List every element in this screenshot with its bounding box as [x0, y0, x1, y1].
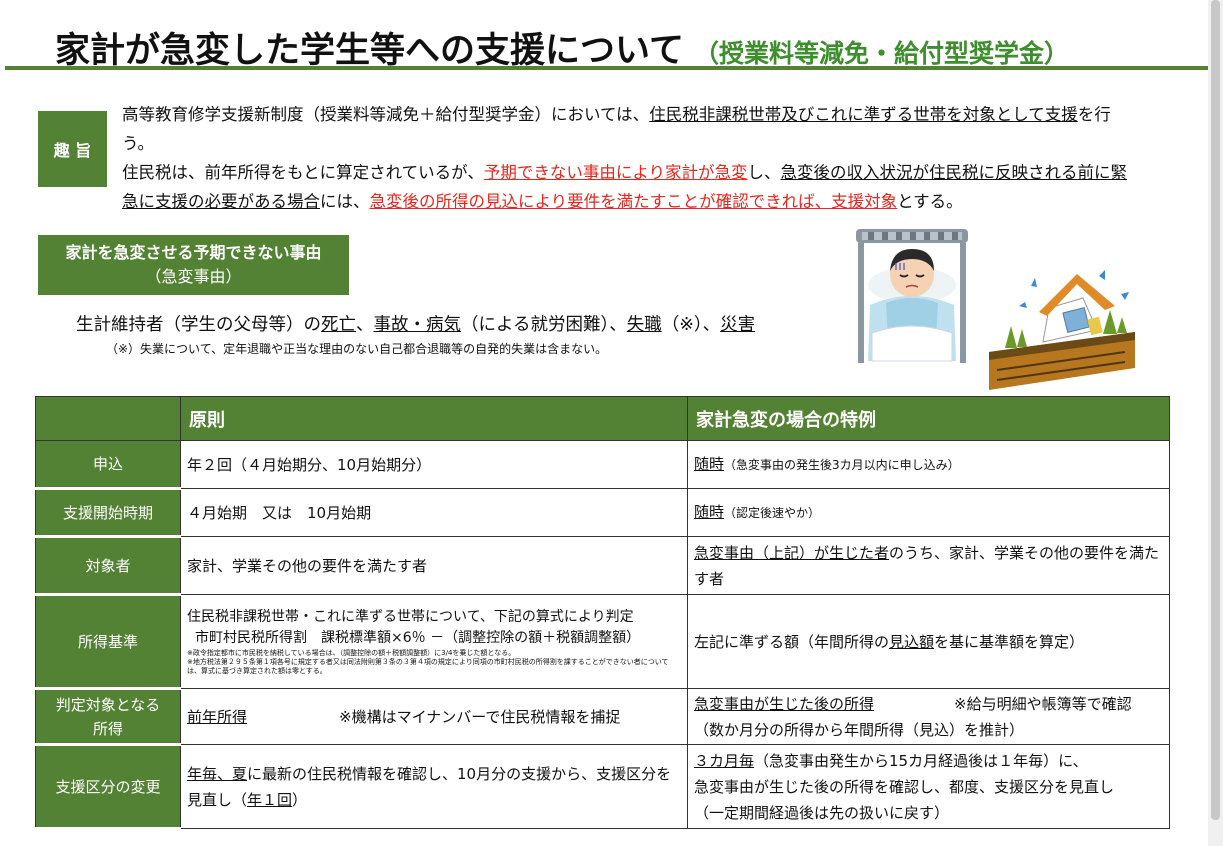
- criteria-formula: 市町村民税所得割 課税標準額×6％ －（調整控除の額＋税額調整額）: [195, 630, 641, 646]
- cell-special-text: 左記に準ずる額（年間所得の: [694, 632, 890, 651]
- row-label-start-timing: 支援開始時期: [35, 488, 181, 538]
- summary-text: には、: [320, 192, 370, 211]
- table-row: 所得基準 住民税非課税世帯・これに準ずる世帯について、下記の算式により判定 市町…: [35, 594, 1170, 690]
- cell-special: 随時（認定後速やか）: [687, 488, 1170, 537]
- criteria-note-1: ※政令指定都市に市民税を納税している場合は、（調整控除の額＋税額調整額）に3/4…: [187, 649, 516, 657]
- header-principle: 原則: [180, 396, 688, 441]
- row-label-application: 申込: [35, 440, 181, 490]
- row-label-category-change: 支援区分の変更: [35, 744, 181, 830]
- cell-principle-text: ）: [292, 790, 308, 809]
- table-row: 申込 年２回（４月始期分、10月始期分） 随時（急変事由の発生後3カ月以内に申し…: [35, 440, 1170, 490]
- cell-principle-underlined: 年毎、夏: [187, 764, 248, 783]
- cell-special-text: （急変事由発生から15カ月経過後は１年毎）に、: [754, 751, 1088, 770]
- summary-paragraph-2: 住民税は、前年所得をもとに算定されているが、予期できない事由により家計が急変し、…: [122, 158, 1132, 216]
- cell-principle-underlined: 年１回: [247, 790, 293, 809]
- summary-text: 高等教育修学支援新制度（授業料等減免＋給付型奨学金）においては、: [122, 105, 650, 124]
- cell-principle: 年２回（４月始期分、10月始期分）: [180, 440, 688, 489]
- cell-special-line-3: （一定期間経過後は先の扱いに戻す）: [694, 803, 950, 822]
- cell-special: 急変事由（上記）が生じた者のうち、家計、学業その他の要件を満たす者: [687, 536, 1170, 595]
- summary-underlined-text: 住民税非課税世帯及びこれに準ずる世帯を対象として支援: [649, 105, 1078, 124]
- cell-special: ３カ月毎（急変事由発生から15カ月経過後は１年毎）に、急変事由が生じた後の所得を…: [687, 744, 1170, 829]
- cause-text: （による就労困難）、: [461, 315, 627, 335]
- cell-principle: 住民税非課税世帯・これに準ずる世帯について、下記の算式により判定 市町村民税所得…: [180, 594, 688, 689]
- table-row: 対象者 家計、学業その他の要件を満たす者 急変事由（上記）が生じた者のうち、家計…: [35, 536, 1170, 596]
- comparison-table: 原則 家計急変の場合の特例 申込 年２回（４月始期分、10月始期分） 随時（急変…: [35, 396, 1170, 830]
- criteria-line-1: 住民税非課税世帯・これに準ずる世帯について、下記の算式により判定: [187, 609, 634, 625]
- row-label-eligible: 対象者: [35, 536, 181, 596]
- vertical-scrollbar[interactable]: [1208, 0, 1223, 846]
- cell-special: 急変事由が生じた後の所得 ※給与明細や帳簿等で確認 （数か月分の所得から年間所得（見…: [687, 688, 1170, 745]
- cell-special-underlined: 随時: [694, 455, 725, 473]
- purpose-summary: 高等教育修学支援新制度（授業料等減免＋給付型奨学金）においては、住民税非課税世帯…: [122, 100, 1132, 216]
- cause-note: （※）失業について、定年退職や正当な理由のない自己都合退職等の自発的失業は含まな…: [106, 342, 608, 356]
- cell-special-text: を基に基準額を算定）: [934, 632, 1085, 651]
- cell-principle: 年毎、夏に最新の住民税情報を確認し、10月分の支援から、支援区分を見直し（年１回…: [180, 744, 688, 829]
- cell-principle: 前年所得 ※機構はマイナンバーで住民税情報を捕捉: [180, 688, 688, 745]
- header-blank: [35, 396, 181, 441]
- cause-title: 家計を急変させる予期できない事由: [65, 243, 322, 262]
- summary-red-text: 急変後の所得の見込により要件を満たすことが確認できれば、支援対象: [369, 192, 898, 211]
- title-sub: （授業料等減免・給付型奨学金）: [693, 39, 1069, 68]
- table-row: 支援開始時期 ４月始期 又は 10月始期 随時（認定後速やか）: [35, 488, 1170, 538]
- summary-paragraph-1: 高等教育修学支援新制度（授業料等減免＋給付型奨学金）においては、住民税非課税世帯…: [122, 100, 1132, 158]
- cell-special-underlined: 急変事由（上記）が生じた者: [694, 543, 890, 562]
- summary-text: 住民税は、前年所得をもとに算定されているが、: [122, 163, 484, 182]
- title-divider: [5, 66, 1208, 70]
- cause-death: 死亡: [321, 315, 356, 335]
- cause-subtitle: （急変事由）: [145, 267, 242, 286]
- cell-special-underlined: 見込額: [889, 632, 935, 651]
- table-row: 判定対象となる 所得 前年所得 ※機構はマイナンバーで住民税情報を捕捉 急変事由が生…: [35, 688, 1170, 746]
- scrollbar-thumb[interactable]: [1211, 0, 1220, 820]
- cause-disaster: 災害: [720, 315, 756, 335]
- title-main: 家計が急変した学生等への支援について: [55, 31, 684, 71]
- cell-special-small: （急変事由の発生後3カ月以内に申し込み）: [724, 458, 960, 472]
- cell-special-underlined: 急変事由が生じた後の所得: [694, 694, 875, 713]
- cell-principle-note: ※機構はマイナンバーで住民税情報を捕捉: [339, 707, 621, 726]
- cell-principle: 家計、学業その他の要件を満たす者: [180, 536, 688, 595]
- cell-principle: ４月始期 又は 10月始期: [180, 488, 688, 537]
- cell-principle-underlined: 前年所得: [187, 707, 248, 726]
- cell-special-note: ※給与明細や帳簿等で確認: [954, 694, 1132, 713]
- cell-special-line-2: （数か月分の所得から年間所得（見込）を推計）: [694, 720, 1025, 739]
- summary-text: とする。: [897, 192, 963, 211]
- table-row: 支援区分の変更 年毎、夏に最新の住民税情報を確認し、10月分の支援から、支援区分…: [35, 744, 1170, 830]
- summary-red-text: 予期できない事由により家計が急変: [483, 163, 748, 182]
- summary-text: し、: [747, 163, 781, 182]
- cause-job-loss: 失職: [626, 315, 662, 335]
- row-label-income-criteria: 所得基準: [35, 594, 181, 690]
- table-header-row: 原則 家計急変の場合の特例: [35, 396, 1170, 441]
- disaster-house-icon: [989, 270, 1135, 390]
- header-special: 家計急変の場合の特例: [687, 396, 1170, 441]
- row-label-assessed-income: 判定対象となる 所得: [35, 688, 181, 746]
- cell-special: 随時（急変事由の発生後3カ月以内に申し込み）: [687, 440, 1170, 489]
- purpose-badge: 趣 旨: [38, 111, 107, 187]
- cause-description: 生計維持者（学生の父母等）の死亡、事故・病気（による就労困難）、失職（※）、災害: [76, 311, 755, 336]
- row-label-line-1: 判定対象となる: [55, 695, 161, 714]
- cell-special: 左記に準ずる額（年間所得の見込額を基に基準額を算定）: [687, 594, 1170, 689]
- criteria-note-2: ※地方税法第２９５条第１項各号に規定する者又は同法附則第３条の３第４項の規定によ…: [187, 658, 669, 675]
- cell-special-underlined: 随時: [694, 503, 725, 521]
- cause-accident: 事故・病気: [373, 315, 462, 335]
- cause-text: 生計維持者（学生の父母等）の: [76, 315, 321, 335]
- row-label-line-2: 所得: [92, 719, 123, 738]
- cause-text: （※）、: [661, 315, 721, 335]
- cell-special-small: （認定後速やか）: [724, 506, 821, 520]
- sick-patient-icon: [856, 229, 968, 363]
- cause-heading-box: 家計を急変させる予期できない事由 （急変事由）: [38, 235, 349, 295]
- cell-special-line-2: 急変事由が生じた後の所得を確認し、都度、支援区分を見直し: [694, 777, 1115, 796]
- cause-text: 、: [356, 315, 374, 335]
- cell-special-underlined: ３カ月毎: [694, 751, 755, 770]
